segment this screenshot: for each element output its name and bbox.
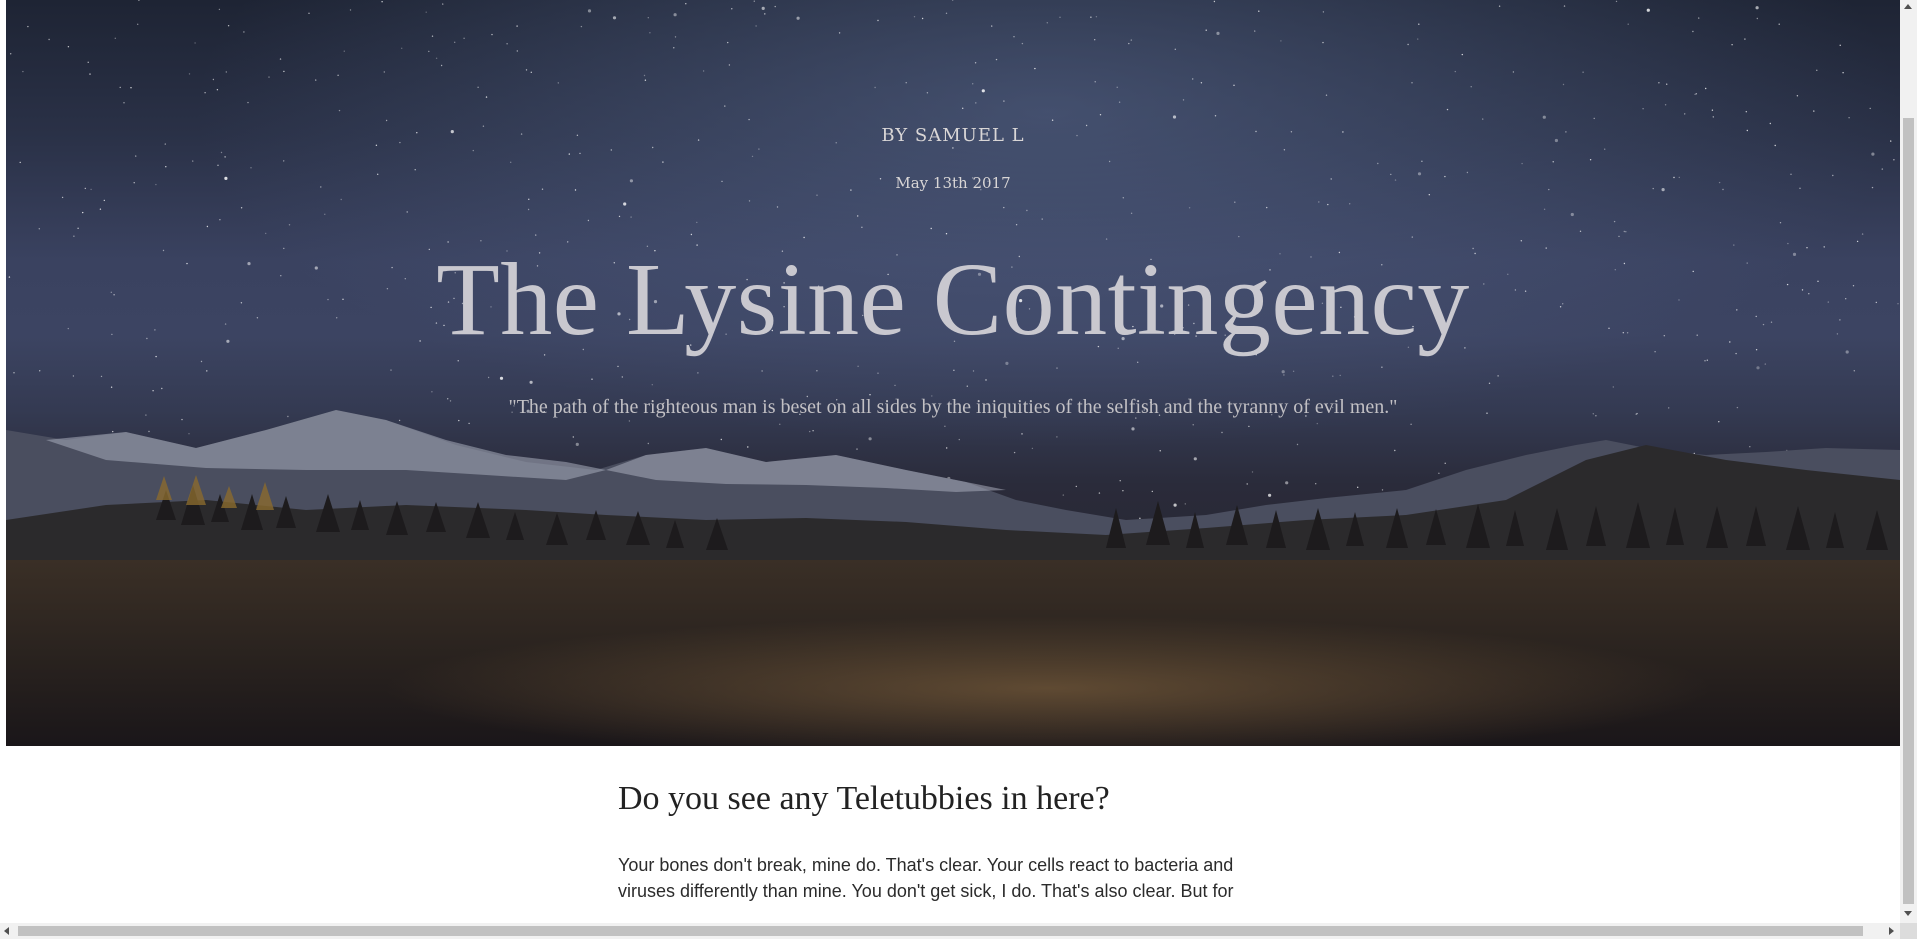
page-title: The Lysine Contingency bbox=[436, 242, 1470, 357]
horizontal-scrollbar[interactable] bbox=[0, 923, 1900, 939]
article-content: Do you see any Teletubbies in here? Your… bbox=[618, 780, 1278, 904]
vertical-scrollbar[interactable] bbox=[1900, 0, 1917, 923]
author-byline: BY SAMUEL L bbox=[881, 125, 1025, 146]
publish-date: May 13th 2017 bbox=[895, 174, 1011, 192]
scroll-up-arrow-icon[interactable] bbox=[1904, 4, 1912, 9]
scroll-down-arrow-icon[interactable] bbox=[1904, 911, 1912, 916]
horizontal-scrollbar-thumb[interactable] bbox=[18, 926, 1863, 936]
article-paragraph: Your bones don't break, mine do. That's … bbox=[618, 855, 1234, 901]
page: BY SAMUEL L May 13th 2017 The Lysine Con… bbox=[0, 0, 1900, 923]
hero-banner: BY SAMUEL L May 13th 2017 The Lysine Con… bbox=[6, 0, 1900, 746]
scroll-right-arrow-icon[interactable] bbox=[1889, 927, 1894, 935]
hero-quote: "The path of the righteous man is beset … bbox=[508, 396, 1398, 418]
vertical-scrollbar-thumb[interactable] bbox=[1903, 118, 1914, 904]
scrollbar-corner bbox=[1900, 923, 1917, 939]
article-heading: Do you see any Teletubbies in here? bbox=[618, 780, 1110, 817]
hero-text: BY SAMUEL L May 13th 2017 The Lysine Con… bbox=[6, 0, 1900, 746]
scroll-left-arrow-icon[interactable] bbox=[4, 927, 9, 935]
